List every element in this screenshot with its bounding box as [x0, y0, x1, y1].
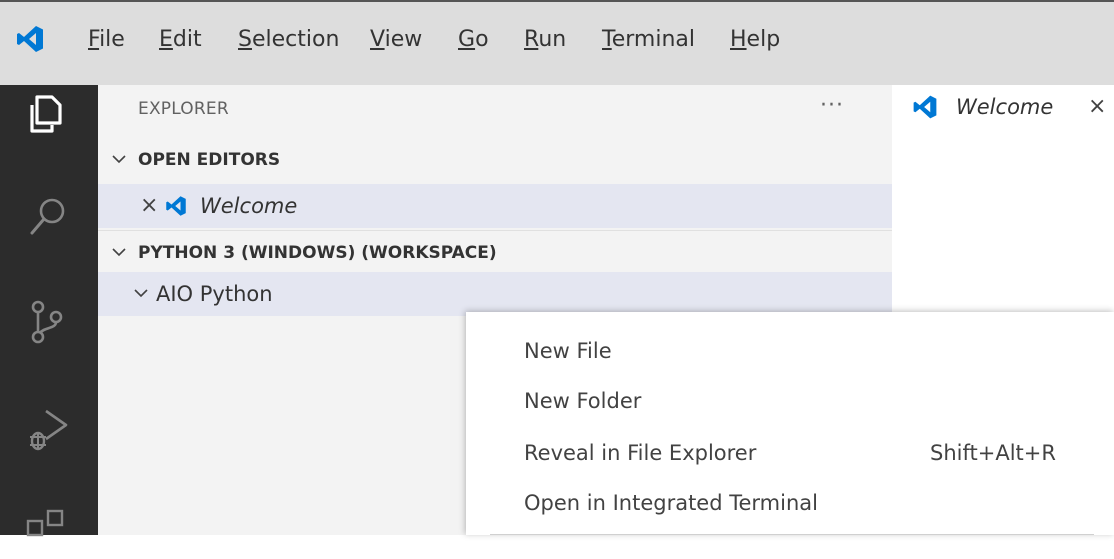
context-menu-open-in-terminal[interactable]: Open in Integrated Terminal [466, 478, 1114, 528]
open-editor-label: Welcome [200, 194, 298, 218]
context-menu-label: Reveal in File Explorer [524, 441, 757, 465]
menu-help[interactable]: Help [730, 20, 780, 60]
run-debug-icon-glyph [30, 409, 68, 451]
context-menu-new-file[interactable]: New File [466, 326, 1114, 376]
menu-run-label: un [538, 27, 567, 52]
run-debug-icon[interactable] [22, 403, 74, 455]
menu-terminal[interactable]: Terminal [602, 20, 695, 60]
explorer-title: EXPLORER [138, 99, 229, 119]
menu-selection[interactable]: Selection [238, 20, 339, 60]
context-menu-label: Open in Integrated Terminal [524, 491, 818, 515]
vscode-file-icon [166, 196, 186, 216]
menu-view-label: iew [384, 27, 423, 52]
tab-label: Welcome [956, 95, 1054, 119]
vscode-logo-icon[interactable] [14, 23, 46, 55]
workspace-label: PYTHON 3 (WINDOWS) (WORKSPACE) [138, 243, 497, 263]
menu-run[interactable]: Run [524, 20, 566, 60]
search-icon-glyph [30, 198, 65, 235]
tab-bar: Welcome × [892, 85, 1114, 129]
menu-edit[interactable]: Edit [159, 20, 202, 60]
context-menu-label: New File [524, 339, 612, 363]
more-actions-icon[interactable]: ··· [820, 91, 844, 127]
source-control-icon[interactable] [22, 295, 74, 347]
search-icon[interactable] [22, 191, 74, 243]
context-menu-new-folder[interactable]: New Folder [466, 376, 1114, 426]
close-icon[interactable]: × [140, 184, 158, 228]
extensions-icon-glyph [26, 509, 64, 537]
close-icon[interactable]: × [1088, 85, 1106, 129]
menu-edit-mnemonic: E [159, 27, 173, 52]
menu-file[interactable]: File [88, 20, 125, 60]
menu-run-mnemonic: R [524, 27, 539, 52]
folder-item-aio-python[interactable]: AIO Python [98, 272, 892, 316]
files-icon[interactable] [22, 87, 74, 139]
open-editor-item-welcome[interactable]: × Welcome [98, 184, 892, 228]
vscode-file-icon [913, 95, 937, 119]
menu-selection-label: election [251, 27, 340, 52]
context-menu-shortcut: Shift+Alt+R [930, 441, 1056, 465]
menu-go-mnemonic: G [458, 27, 476, 52]
menu-file-label: ile [99, 27, 125, 52]
open-editors-header[interactable]: OPEN EDITORS [98, 138, 892, 182]
extensions-icon[interactable] [22, 503, 74, 555]
menu-go-label: o [475, 27, 489, 52]
activity-bar [0, 85, 98, 537]
chevron-down-icon [132, 272, 150, 331]
context-menu-label: New Folder [524, 389, 642, 413]
menu-file-mnemonic: F [88, 27, 100, 52]
menu-view-mnemonic: V [370, 27, 385, 52]
menu-terminal-mnemonic: T [602, 27, 612, 52]
menu-selection-mnemonic: S [238, 27, 252, 52]
menu-go[interactable]: Go [458, 20, 489, 60]
workspace-header[interactable]: PYTHON 3 (WINDOWS) (WORKSPACE) [98, 230, 892, 275]
menu-bar: File Edit Selection View Go Run Terminal… [0, 0, 1114, 85]
context-menu: New File New Folder Reveal in File Explo… [466, 312, 1114, 535]
folder-label: AIO Python [156, 282, 273, 306]
tab-welcome[interactable]: Welcome × [892, 85, 1114, 129]
context-menu-reveal-in-explorer[interactable]: Reveal in File Explorer Shift+Alt+R [466, 428, 1114, 478]
menu-edit-label: dit [172, 27, 202, 52]
open-editors-label: OPEN EDITORS [138, 150, 281, 170]
files-icon-glyph [30, 95, 62, 133]
menu-help-label: elp [746, 27, 781, 52]
menu-terminal-label: erminal [611, 27, 695, 52]
menu-help-mnemonic: H [730, 27, 747, 52]
source-control-icon-glyph [31, 300, 63, 344]
menu-view[interactable]: View [370, 20, 422, 60]
